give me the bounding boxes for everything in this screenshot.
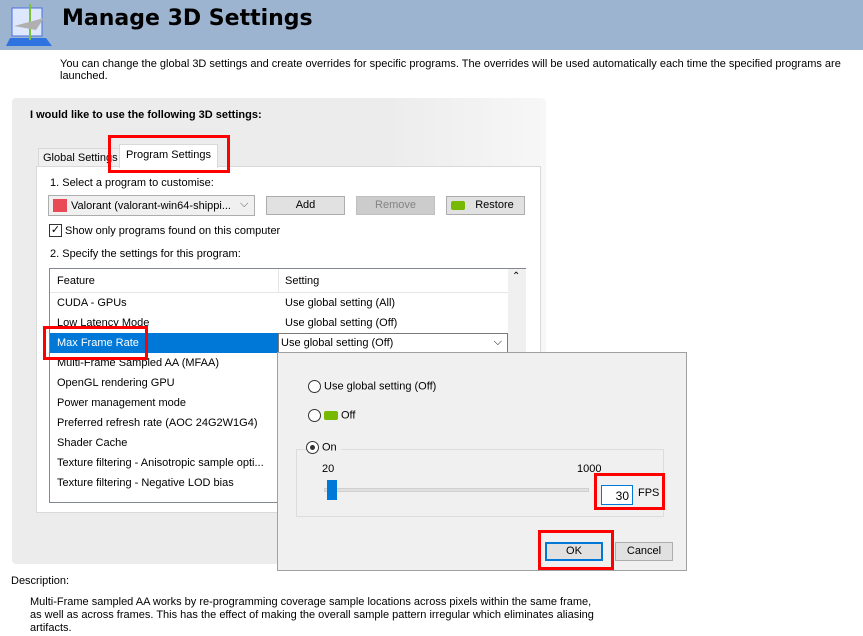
page-title: Manage 3D Settings bbox=[62, 6, 313, 31]
description-label: Description: bbox=[11, 575, 70, 587]
show-only-checkbox[interactable]: ✓ bbox=[49, 224, 62, 237]
header-bar: Manage 3D Settings bbox=[0, 0, 863, 50]
scroll-up-icon[interactable]: ⌃ bbox=[512, 271, 520, 282]
radio-icon[interactable] bbox=[308, 380, 321, 393]
program-dropdown[interactable]: Valorant (valorant-win64-shippi... ⌵ bbox=[48, 195, 255, 216]
page-subtitle: You can change the global 3D settings an… bbox=[60, 58, 841, 82]
chevron-down-icon: ⌵ bbox=[240, 198, 249, 210]
specify-label: 2. Specify the settings for this program… bbox=[50, 248, 241, 260]
list-item[interactable]: CUDA - GPUs Use global setting (All) bbox=[50, 293, 508, 313]
nvidia-icon bbox=[451, 201, 465, 210]
remove-button[interactable]: Remove bbox=[356, 196, 435, 215]
chevron-down-icon: ⌵ bbox=[493, 336, 502, 348]
column-setting[interactable]: Setting bbox=[285, 275, 319, 287]
settings-heading: I would like to use the following 3D set… bbox=[30, 109, 262, 121]
valorant-icon bbox=[53, 199, 67, 212]
option-off[interactable]: Off bbox=[308, 409, 355, 422]
max-frame-rate-dropdown[interactable]: Use global setting (Off) ⌵ bbox=[278, 333, 508, 353]
3d-settings-icon bbox=[6, 4, 52, 46]
highlight-box bbox=[538, 530, 614, 570]
select-program-label: 1. Select a program to customise: bbox=[50, 177, 214, 189]
radio-selected-icon[interactable] bbox=[306, 441, 319, 454]
frame-rate-slider-thumb[interactable] bbox=[327, 480, 337, 500]
option-on[interactable]: On bbox=[306, 441, 341, 454]
show-only-label: Show only programs found on this compute… bbox=[65, 225, 281, 237]
highlight-box bbox=[594, 473, 665, 510]
add-button[interactable]: Add bbox=[266, 196, 345, 215]
option-use-global[interactable]: Use global setting (Off) bbox=[308, 380, 436, 393]
highlight-box bbox=[108, 135, 230, 173]
restore-label: Restore bbox=[475, 199, 514, 211]
restore-button[interactable]: Restore bbox=[446, 196, 525, 215]
max-frame-rate-popup: Use global setting (Off) Off On 20 1000 … bbox=[277, 352, 687, 571]
highlight-box bbox=[43, 326, 148, 360]
description-text: Multi-Frame sampled AA works by re-progr… bbox=[30, 596, 594, 634]
list-header: Feature Setting bbox=[50, 269, 508, 293]
slider-min: 20 bbox=[322, 463, 335, 475]
program-value: Valorant (valorant-win64-shippi... bbox=[71, 200, 231, 212]
nvidia-icon bbox=[324, 411, 338, 420]
radio-icon[interactable] bbox=[308, 409, 321, 422]
column-feature[interactable]: Feature bbox=[57, 275, 95, 287]
frame-rate-slider-track[interactable] bbox=[324, 488, 589, 492]
cancel-button[interactable]: Cancel bbox=[615, 542, 673, 561]
